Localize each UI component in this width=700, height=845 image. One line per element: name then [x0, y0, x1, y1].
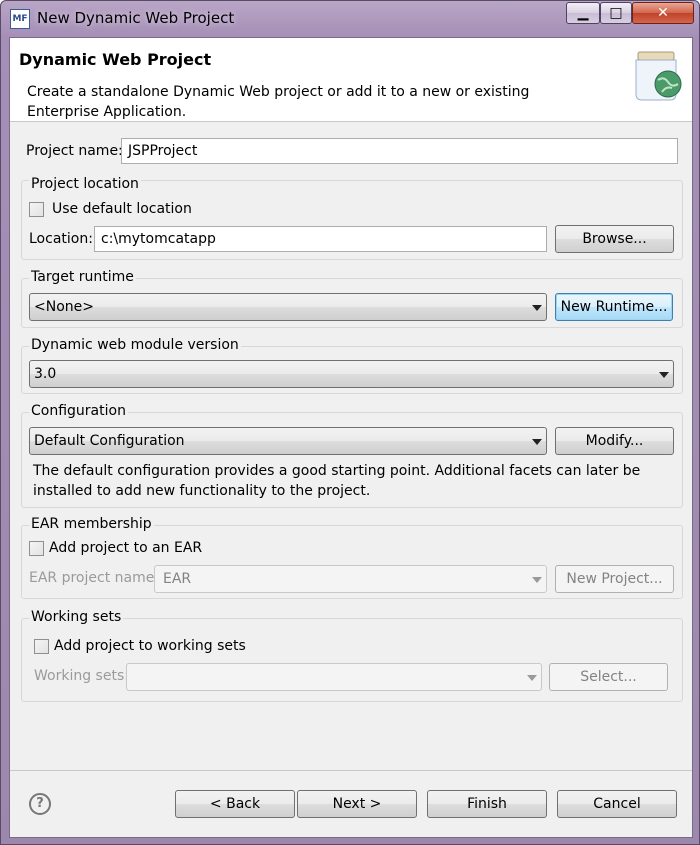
ear-project-name-select[interactable]: EAR	[154, 565, 547, 593]
project-name-input[interactable]: JSPProject	[121, 138, 678, 164]
next-button[interactable]: Next >	[297, 790, 417, 818]
add-to-working-sets-checkbox[interactable]	[34, 639, 49, 654]
configuration-select[interactable]: Default Configuration	[29, 427, 547, 455]
ear-project-name-label: EAR project name:	[29, 570, 160, 586]
working-sets-group-label: Working sets	[29, 609, 124, 625]
configuration-group-label: Configuration	[29, 403, 128, 419]
project-location-group-label: Project location	[29, 176, 141, 192]
working-sets-select[interactable]	[126, 663, 542, 691]
minimize-button[interactable]: ▁	[566, 2, 600, 24]
minimize-icon: ▁	[577, 5, 589, 21]
location-input[interactable]: c:\mytomcatapp	[94, 226, 547, 252]
window-title: New Dynamic Web Project	[37, 9, 235, 27]
working-sets-label: Working sets:	[34, 668, 129, 684]
target-runtime-value: <None>	[34, 299, 94, 315]
title-bar[interactable]: MF New Dynamic Web Project ▁ □ ✕	[1, 1, 699, 37]
use-default-location-label: Use default location	[52, 201, 192, 217]
dialog-window: MF New Dynamic Web Project ▁ □ ✕ Dynamic…	[0, 0, 700, 845]
location-label: Location:	[29, 231, 93, 247]
use-default-location-checkbox[interactable]	[29, 202, 44, 217]
new-ear-project-button[interactable]: New Project...	[555, 565, 674, 593]
add-to-ear-checkbox[interactable]	[29, 541, 44, 556]
maximize-icon: □	[609, 5, 623, 21]
chevron-down-icon	[659, 372, 669, 378]
new-runtime-button[interactable]: New Runtime...	[555, 293, 673, 321]
web-project-jar-icon	[635, 51, 682, 101]
maximize-button[interactable]: □	[600, 2, 632, 24]
module-version-group-label: Dynamic web module version	[29, 337, 241, 353]
page-description: Create a standalone Dynamic Web project …	[27, 84, 530, 120]
chevron-down-icon	[532, 577, 542, 583]
help-icon[interactable]: ?	[29, 793, 51, 815]
target-runtime-group-label: Target runtime	[29, 269, 136, 285]
modify-button[interactable]: Modify...	[555, 427, 674, 455]
footer-separator	[10, 770, 692, 771]
chevron-down-icon	[532, 305, 542, 311]
back-button[interactable]: < Back	[175, 790, 295, 818]
close-icon: ✕	[657, 5, 669, 21]
target-runtime-select[interactable]: <None>	[29, 293, 547, 321]
configuration-value: Default Configuration	[34, 433, 185, 449]
chevron-down-icon	[527, 675, 537, 681]
chevron-down-icon	[532, 439, 542, 445]
dialog-client-area: Dynamic Web Project Create a standalone …	[9, 37, 693, 838]
select-working-sets-button[interactable]: Select...	[549, 663, 668, 691]
app-icon: MF	[10, 9, 30, 29]
page-title: Dynamic Web Project	[19, 50, 212, 69]
module-version-select[interactable]: 3.0	[29, 360, 674, 388]
browse-button[interactable]: Browse...	[555, 225, 674, 253]
close-button[interactable]: ✕	[632, 2, 694, 24]
project-name-label: Project name:	[26, 143, 123, 159]
cancel-button[interactable]: Cancel	[557, 790, 677, 818]
configuration-description: The default configuration provides a goo…	[33, 463, 641, 499]
finish-button[interactable]: Finish	[427, 790, 547, 818]
ear-membership-group-label: EAR membership	[29, 516, 154, 532]
add-to-ear-label: Add project to an EAR	[49, 540, 203, 556]
module-version-value: 3.0	[34, 366, 57, 382]
wizard-header: Dynamic Web Project Create a standalone …	[10, 38, 692, 122]
ear-project-name-value: EAR	[163, 571, 192, 587]
add-to-working-sets-label: Add project to working sets	[54, 638, 246, 654]
